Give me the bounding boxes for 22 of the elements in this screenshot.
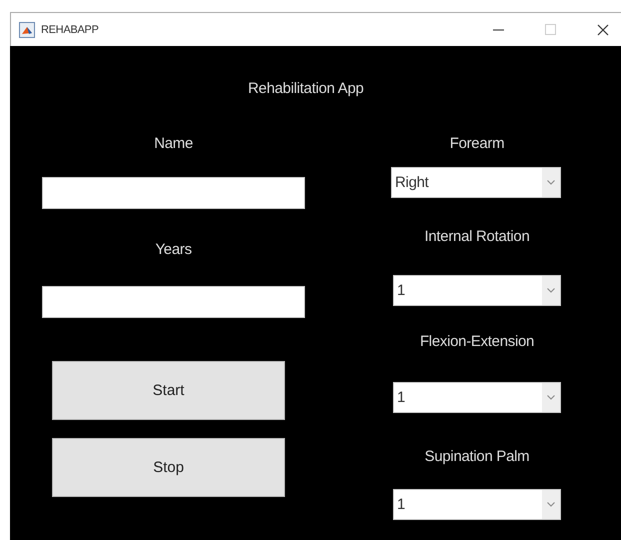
dropdown-label: Forearm — [450, 136, 504, 152]
app-icon — [19, 22, 35, 38]
close-icon[interactable] — [597, 24, 609, 36]
dropdown[interactable]: 1 — [393, 489, 561, 520]
dropdown-label: Internal Rotation — [424, 229, 530, 245]
field-label: Years — [155, 242, 192, 258]
app-title: Rehabilitation App — [248, 80, 364, 97]
stop-button[interactable]: Stop — [52, 438, 285, 497]
start-button[interactable]: Start — [52, 361, 285, 420]
chevron-down-icon — [547, 180, 555, 185]
chevron-down-icon — [547, 395, 555, 400]
field-label: Name — [154, 136, 193, 152]
dropdown[interactable]: 1 — [393, 382, 561, 413]
dropdown-label: Supination Palm — [424, 449, 530, 465]
window-title: REHABAPP — [41, 24, 99, 36]
text-field[interactable] — [42, 286, 305, 318]
dropdown-label: Flexion-Extension — [420, 334, 534, 350]
chevron-down-icon — [547, 502, 555, 507]
chevron-down-icon — [547, 288, 555, 293]
dropdown[interactable]: 1 — [393, 275, 561, 306]
dropdown[interactable]: Right — [391, 167, 561, 198]
text-field[interactable] — [42, 177, 305, 209]
